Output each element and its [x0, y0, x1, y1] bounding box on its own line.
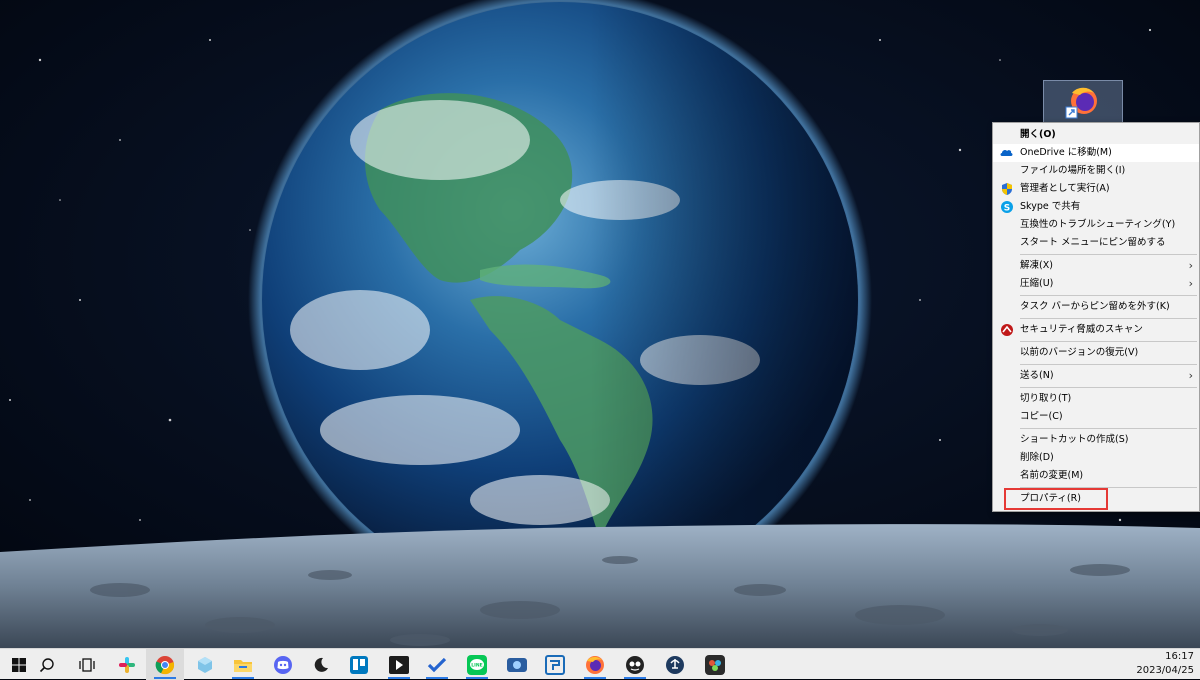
- taskbar: LINE 16:17 2023/04/25: [0, 648, 1200, 680]
- menu-item-security-scan[interactable]: セキュリティ脅威のスキャン: [993, 321, 1199, 339]
- mcafee-icon: [1001, 324, 1013, 336]
- menu-separator: [1020, 318, 1197, 319]
- clock-time: 16:17: [1165, 651, 1194, 662]
- box-drive-icon: [198, 656, 212, 673]
- properties-highlight-box: [1004, 488, 1108, 510]
- menu-separator: [1020, 341, 1197, 342]
- menu-separator: [1020, 364, 1197, 365]
- menu-separator: [1020, 387, 1197, 388]
- menu-item-copy[interactable]: コピー(C): [993, 408, 1199, 426]
- taskbar-box-drive[interactable]: [186, 649, 224, 680]
- menu-item-create-shortcut[interactable]: ショートカットの作成(S): [993, 431, 1199, 449]
- firefox-icon: [586, 655, 604, 674]
- taskbar-audio-app[interactable]: [656, 649, 694, 680]
- windows-start-icon: [12, 657, 26, 672]
- taskbar-game-app[interactable]: [616, 649, 654, 680]
- moon-app-icon: [314, 657, 328, 672]
- taskbar-firefox[interactable]: [576, 649, 614, 680]
- menu-item-run-as-admin[interactable]: 管理者として実行(A): [993, 180, 1199, 198]
- search-button[interactable]: [28, 649, 66, 680]
- discord-icon: [274, 655, 292, 674]
- trello-icon: [350, 655, 368, 674]
- chevron-right-icon: ›: [1188, 277, 1193, 290]
- menu-item-open-file-location[interactable]: ファイルの場所を開く(I): [993, 162, 1199, 180]
- menu-item-send-to[interactable]: 送る(N) ›: [993, 367, 1199, 385]
- task-view-button[interactable]: [68, 649, 106, 680]
- menu-separator: [1020, 295, 1197, 296]
- game-app-icon: [626, 655, 644, 674]
- menu-item-pin-to-start[interactable]: スタート メニューにピン留めする: [993, 234, 1199, 252]
- taskbar-media-player[interactable]: [380, 649, 418, 680]
- menu-item-compress[interactable]: 圧縮(U) ›: [993, 275, 1199, 293]
- taskbar-camera-app[interactable]: [498, 649, 536, 680]
- taskbar-davinci-resolve[interactable]: [696, 649, 734, 680]
- taskbar-chrome[interactable]: [146, 649, 184, 680]
- menu-item-extract[interactable]: 解凍(X) ›: [993, 257, 1199, 275]
- chevron-right-icon: ›: [1188, 369, 1193, 382]
- menu-item-onedrive[interactable]: OneDrive に移動(M): [993, 144, 1199, 162]
- menu-separator: [1020, 428, 1197, 429]
- skype-icon: S: [1001, 201, 1013, 214]
- clock-date: 2023/04/25: [1136, 665, 1194, 676]
- menu-item-delete[interactable]: 削除(D): [993, 449, 1199, 467]
- menu-separator: [1020, 254, 1197, 255]
- taskbar-line[interactable]: LINE: [458, 649, 496, 680]
- onedrive-icon: [1000, 149, 1013, 156]
- taskbar-moon-app[interactable]: [302, 649, 340, 680]
- search-icon: [39, 657, 54, 672]
- task-view-icon: [79, 657, 95, 672]
- firefox-shortcut-icon: [1065, 87, 1097, 119]
- taskbar-discord[interactable]: [264, 649, 302, 680]
- remote-app-icon: [545, 654, 565, 675]
- menu-item-rename[interactable]: 名前の変更(M): [993, 467, 1199, 485]
- media-player-icon: [389, 655, 409, 674]
- audio-app-icon: [666, 655, 684, 674]
- context-menu: 開く(O) OneDrive に移動(M) ファイルの場所を開く(I) 管理者と…: [992, 122, 1200, 512]
- menu-item-restore-previous-versions[interactable]: 以前のバージョンの復元(V): [993, 344, 1199, 362]
- taskbar-todo[interactable]: [418, 649, 456, 680]
- menu-item-cut[interactable]: 切り取り(T): [993, 390, 1199, 408]
- todo-check-icon: [427, 657, 447, 672]
- taskbar-slack[interactable]: [108, 649, 146, 680]
- line-icon: LINE: [467, 654, 487, 675]
- system-clock[interactable]: 16:17 2023/04/25: [1124, 650, 1194, 678]
- svg-text:LINE: LINE: [471, 662, 482, 668]
- menu-item-compatibility-troubleshoot[interactable]: 互換性のトラブルシューティング(Y): [993, 216, 1199, 234]
- slack-icon: [119, 656, 135, 673]
- firefox-desktop-shortcut[interactable]: [1043, 80, 1123, 124]
- uac-shield-icon: [1002, 183, 1012, 195]
- menu-item-open[interactable]: 開く(O): [993, 126, 1199, 144]
- svg-text:S: S: [1004, 204, 1010, 214]
- taskbar-trello[interactable]: [340, 649, 378, 680]
- taskbar-file-explorer[interactable]: [224, 649, 262, 680]
- menu-item-unpin-taskbar[interactable]: タスク バーからピン留めを外す(K): [993, 298, 1199, 316]
- davinci-resolve-icon: [705, 654, 725, 675]
- camera-app-icon: [507, 657, 527, 672]
- file-explorer-icon: [234, 659, 252, 672]
- menu-item-skype-share[interactable]: S Skype で共有: [993, 198, 1199, 216]
- chrome-icon: [155, 655, 175, 674]
- chevron-right-icon: ›: [1188, 259, 1193, 272]
- taskbar-remote-app[interactable]: [536, 649, 574, 680]
